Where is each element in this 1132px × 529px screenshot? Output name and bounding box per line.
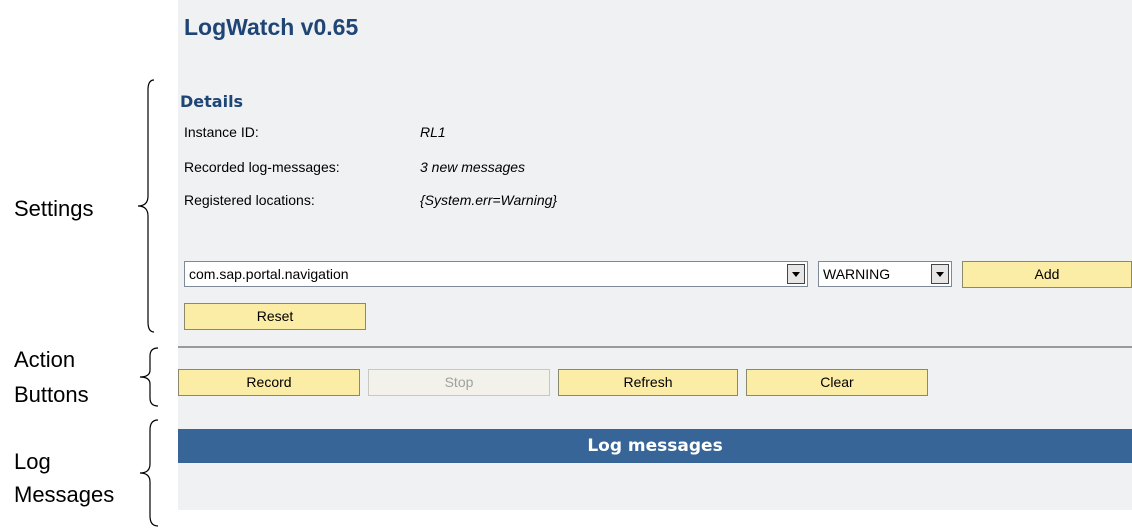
section-divider bbox=[178, 346, 1132, 348]
reset-button[interactable]: Reset bbox=[184, 303, 366, 330]
detail-value: RL1 bbox=[420, 124, 446, 140]
detail-label: Recorded log-messages: bbox=[184, 159, 340, 175]
annotation-log-messages-line1: Log bbox=[14, 449, 51, 474]
annotation-action-buttons-line2: Buttons bbox=[14, 382, 89, 407]
app-title: LogWatch v0.65 bbox=[184, 14, 359, 40]
log-messages-brace-icon bbox=[139, 419, 159, 527]
severity-select-value: WARNING bbox=[823, 266, 891, 282]
annotation-log-messages-line2: Messages bbox=[14, 482, 115, 507]
detail-value: 3 new messages bbox=[420, 159, 526, 175]
location-select[interactable]: com.sap.portal.navigation bbox=[184, 261, 808, 287]
annotation-action-buttons-line1: Action bbox=[14, 347, 76, 372]
detail-label: Registered locations: bbox=[184, 192, 315, 208]
refresh-button[interactable]: Refresh bbox=[558, 369, 738, 396]
stop-button[interactable]: Stop bbox=[368, 369, 550, 396]
log-messages-title: Log messages bbox=[587, 436, 723, 456]
settings-brace-icon bbox=[137, 79, 155, 333]
log-messages-header: Log messages bbox=[178, 429, 1132, 463]
action-buttons-brace-icon bbox=[139, 347, 159, 407]
chevron-down-icon[interactable] bbox=[787, 264, 805, 284]
details-title: Details bbox=[180, 92, 244, 111]
clear-button[interactable]: Clear bbox=[746, 369, 928, 396]
chevron-down-icon[interactable] bbox=[931, 264, 949, 284]
add-button[interactable]: Add bbox=[962, 261, 1132, 288]
annotation-settings: Settings bbox=[14, 196, 94, 221]
detail-value: {System.err=Warning} bbox=[420, 192, 558, 208]
detail-label: Instance ID: bbox=[184, 124, 259, 140]
location-select-value: com.sap.portal.navigation bbox=[189, 266, 349, 282]
severity-select[interactable]: WARNING bbox=[818, 261, 952, 287]
record-button[interactable]: Record bbox=[178, 369, 360, 396]
